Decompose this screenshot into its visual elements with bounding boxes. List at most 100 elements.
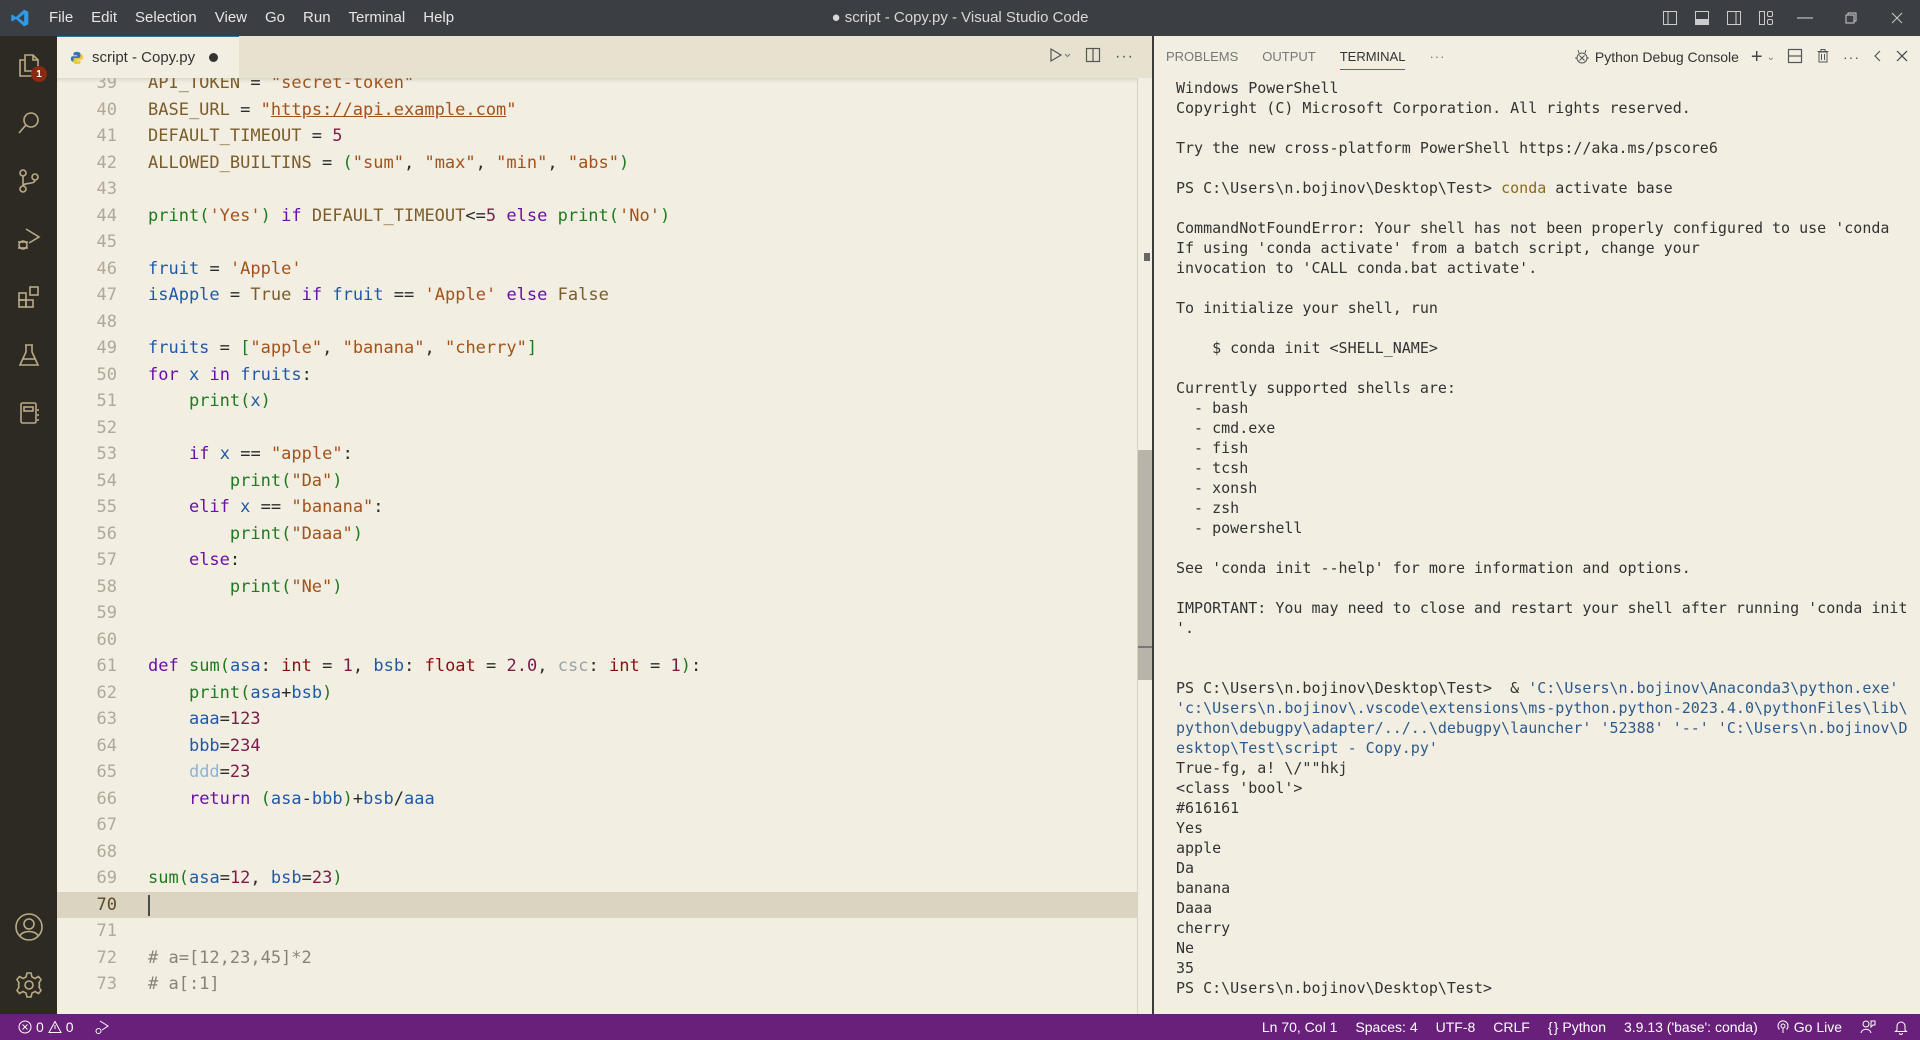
code-line[interactable]: 43	[57, 176, 1137, 203]
accounts-status-button[interactable]	[1860, 1019, 1876, 1035]
code-line[interactable]: 64 bbb=234	[57, 733, 1137, 760]
code-line[interactable]: 56 print("Daaa")	[57, 521, 1137, 548]
code-line[interactable]: 68	[57, 839, 1137, 866]
menu-terminal[interactable]: Terminal	[340, 0, 415, 36]
code-line[interactable]: 62 print(asa+bsb)	[57, 680, 1137, 707]
cursor-position[interactable]: Ln 70, Col 1	[1262, 1019, 1338, 1035]
code-line[interactable]: 65 ddd=23	[57, 759, 1137, 786]
trash-icon	[1817, 48, 1829, 62]
code-line[interactable]: 60	[57, 627, 1137, 654]
code-line[interactable]: 53 if x == "apple":	[57, 441, 1137, 468]
activity-testing[interactable]	[0, 326, 57, 384]
code-line[interactable]: 69 sum(asa=12, bsb=23)	[57, 865, 1137, 892]
toggle-primary-sidebar-button[interactable]	[1654, 0, 1686, 36]
tab-terminal[interactable]: TERMINAL	[1328, 36, 1418, 78]
end-of-line[interactable]: CRLF	[1493, 1019, 1530, 1035]
chevron-down-icon[interactable]: ⌄	[1767, 52, 1775, 63]
code-line[interactable]: 61 def sum(asa: int = 1, bsb: float = 2.0…	[57, 653, 1137, 680]
terminal-output[interactable]: Windows PowerShell Copyright (C) Microsof…	[1176, 78, 1912, 998]
tab-output[interactable]: OUTPUT	[1250, 36, 1327, 78]
menu-view[interactable]: View	[206, 0, 256, 36]
menu-bar: File Edit Selection View Go Run Terminal…	[40, 0, 463, 36]
editor-tab-script-copy[interactable]: script - Copy.py	[57, 36, 239, 78]
debug-status-button[interactable]	[94, 1019, 110, 1035]
activity-accounts[interactable]	[0, 898, 57, 956]
notifications-button[interactable]	[1894, 1019, 1908, 1035]
code-line[interactable]: 51 print(x)	[57, 388, 1137, 415]
restore-button[interactable]	[1828, 0, 1874, 36]
code-line[interactable]: 71	[57, 918, 1137, 945]
run-python-file-button[interactable]	[1049, 47, 1071, 68]
panel-more-actions-button[interactable]: ···	[1843, 49, 1860, 65]
code-editor[interactable]: 39 API_TOKEN = "secret-token" 40 BASE_URL =…	[57, 78, 1137, 1014]
code-line[interactable]: 58 print("Ne")	[57, 574, 1137, 601]
customize-layout-button[interactable]	[1750, 0, 1782, 36]
code-line[interactable]: 57 else:	[57, 547, 1137, 574]
tab-problems[interactable]: PROBLEMS	[1154, 36, 1250, 78]
code-line[interactable]: 54 print("Da")	[57, 468, 1137, 495]
code-line[interactable]: 45	[57, 229, 1137, 256]
language-mode[interactable]: { } Python	[1548, 1019, 1606, 1035]
split-editor-button[interactable]	[1085, 47, 1101, 68]
new-terminal-button[interactable]: + ⌄	[1751, 46, 1775, 69]
menu-help[interactable]: Help	[414, 0, 463, 36]
code-line[interactable]: 39 API_TOKEN = "secret-token"	[57, 78, 1137, 97]
activity-extensions[interactable]	[0, 268, 57, 326]
code-line[interactable]: 48	[57, 309, 1137, 336]
code-line[interactable]: 63 aaa=123	[57, 706, 1137, 733]
code-line[interactable]: 66 return (asa-bbb)+bsb/aaa	[57, 786, 1137, 813]
code-line[interactable]: 59	[57, 600, 1137, 627]
code-line[interactable]: 41 DEFAULT_TIMEOUT = 5	[57, 123, 1137, 150]
code-line[interactable]: 73 # a[:1]	[57, 971, 1137, 998]
run-debug-icon	[17, 228, 41, 250]
toggle-secondary-sidebar-button[interactable]	[1718, 0, 1750, 36]
terminal-line: esktop\Test\script - Copy.py'	[1176, 739, 1438, 757]
code-text: else:	[188, 550, 241, 570]
editor-more-actions-button[interactable]: ···	[1115, 48, 1134, 66]
menu-file[interactable]: File	[40, 0, 82, 36]
python-interpreter[interactable]: 3.9.13 ('base': conda)	[1624, 1019, 1758, 1035]
code-line[interactable]: 50 for x in fruits:	[57, 362, 1137, 389]
editor-vertical-scrollbar[interactable]	[1137, 78, 1153, 1014]
kill-terminal-button[interactable]	[1815, 48, 1831, 67]
collapse-panel-button[interactable]	[1872, 49, 1884, 65]
menu-go[interactable]: Go	[256, 0, 294, 36]
activity-explorer[interactable]: 1	[0, 36, 57, 94]
menu-selection[interactable]: Selection	[126, 0, 206, 36]
explorer-badge: 1	[31, 66, 47, 82]
code-line[interactable]: 40 BASE_URL = "https://api.example.com"	[57, 97, 1137, 124]
menu-edit[interactable]: Edit	[82, 0, 126, 36]
code-line[interactable]: 47 isApple = True if fruit == 'Apple' els…	[57, 282, 1137, 309]
activity-notebook[interactable]	[0, 384, 57, 442]
activity-search[interactable]	[0, 94, 57, 152]
code-line[interactable]: 55 elif x == "banana":	[57, 494, 1137, 521]
panel-more-tabs-button[interactable]: ···	[1417, 36, 1457, 78]
terminal-line: Daaa	[1176, 899, 1213, 917]
code-line[interactable]: 52	[57, 415, 1137, 442]
close-window-button[interactable]	[1874, 0, 1920, 36]
toggle-panel-button[interactable]	[1686, 0, 1718, 36]
code-line[interactable]: 72 # a=[12,23,45]*2	[57, 945, 1137, 972]
code-line[interactable]: 42 ALLOWED_BUILTINS = ("sum", "max", "min…	[57, 150, 1137, 177]
code-line[interactable]: 44 print('Yes') if DEFAULT_TIMEOUT<=5 els…	[57, 203, 1137, 230]
cursor-position-marker	[1138, 646, 1153, 648]
activity-run-debug[interactable]	[0, 210, 57, 268]
split-terminal-button[interactable]	[1787, 48, 1803, 67]
activity-source-control[interactable]	[0, 152, 57, 210]
person-feedback-icon	[1860, 1020, 1876, 1034]
activity-manage[interactable]	[0, 956, 57, 1014]
code-line[interactable]: 67	[57, 812, 1137, 839]
terminal-selector[interactable]: Python Debug Console	[1573, 48, 1739, 66]
minimize-button[interactable]: —	[1782, 0, 1828, 36]
close-panel-button[interactable]	[1896, 49, 1908, 65]
encoding[interactable]: UTF-8	[1436, 1019, 1476, 1035]
code-line[interactable]: 70	[57, 891, 1137, 918]
code-line[interactable]: 46 fruit = 'Apple'	[57, 256, 1137, 283]
menu-run[interactable]: Run	[294, 0, 340, 36]
problems-status[interactable]: 0 0	[18, 1019, 74, 1035]
code-line[interactable]: 49 fruits = ["apple", "banana", "cherry"]	[57, 335, 1137, 362]
unsaved-dot-icon[interactable]	[209, 53, 219, 62]
indentation[interactable]: Spaces: 4	[1355, 1019, 1417, 1035]
go-live-button[interactable]: Go Live	[1776, 1019, 1842, 1035]
